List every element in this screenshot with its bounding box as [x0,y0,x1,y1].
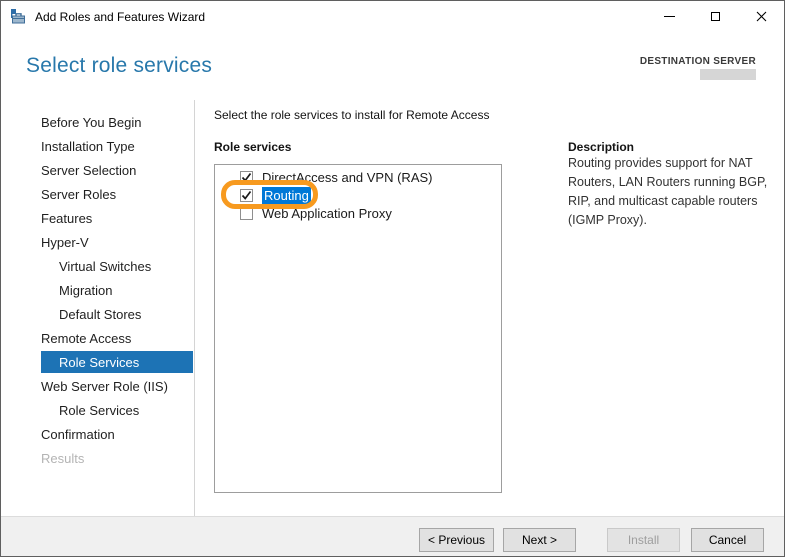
destination-server-block: DESTINATION SERVER [640,56,756,80]
page-title: Select role services [26,54,212,78]
sidebar-item-server-roles[interactable]: Server Roles [41,182,193,206]
role-service-item-routing[interactable]: Routing [215,186,501,204]
minimize-icon [664,16,675,17]
checkbox-checked-icon[interactable] [240,189,253,202]
next-button[interactable]: Next > [503,528,576,552]
wizard-steps-nav: Before You Begin Installation Type Serve… [1,110,194,470]
checkbox-unchecked-icon[interactable] [240,207,253,220]
role-services-listbox[interactable]: DirectAccess and VPN (RAS) Routing Web A… [214,164,502,493]
maximize-button[interactable] [692,1,738,32]
sidebar-item-installation-type[interactable]: Installation Type [41,134,193,158]
role-service-label: Routing [262,187,311,204]
minimize-button[interactable] [646,1,692,32]
checkbox-checked-icon[interactable] [240,171,253,184]
sidebar-item-hyper-v[interactable]: Hyper-V [41,230,193,254]
sidebar-separator [194,100,195,516]
sidebar-item-server-selection[interactable]: Server Selection [41,158,193,182]
sidebar-item-role-services-iis[interactable]: Role Services [41,398,193,422]
description-text: Routing provides support for NAT Routers… [568,154,780,230]
add-roles-features-wizard-window: Add Roles and Features Wizard Select rol… [0,0,785,557]
destination-server-label: DESTINATION SERVER [640,56,756,67]
sidebar-item-role-services-remote-access[interactable]: Role Services [41,351,193,373]
role-service-label: Web Application Proxy [262,206,392,221]
role-services-label: Role services [214,140,291,154]
sidebar-item-results: Results [41,446,193,470]
role-service-label: DirectAccess and VPN (RAS) [262,170,433,185]
maximize-icon [711,12,720,21]
sidebar-item-confirmation[interactable]: Confirmation [41,422,193,446]
sidebar-item-features[interactable]: Features [41,206,193,230]
destination-server-value-redacted [700,69,756,80]
sidebar-item-virtual-switches[interactable]: Virtual Switches [41,254,193,278]
role-service-item-web-application-proxy[interactable]: Web Application Proxy [215,204,501,222]
cancel-button[interactable]: Cancel [691,528,764,552]
title-bar[interactable]: Add Roles and Features Wizard [1,1,784,32]
instruction-text: Select the role services to install for … [214,108,489,122]
role-service-item-directaccess-vpn[interactable]: DirectAccess and VPN (RAS) [215,168,501,186]
sidebar-item-default-stores[interactable]: Default Stores [41,302,193,326]
sidebar-item-web-server-role-iis[interactable]: Web Server Role (IIS) [41,374,193,398]
close-icon [756,11,767,22]
sidebar-item-before-you-begin[interactable]: Before You Begin [41,110,193,134]
wizard-toolbox-icon [10,8,27,25]
description-label: Description [568,140,634,154]
sidebar-item-migration[interactable]: Migration [41,278,193,302]
window-title: Add Roles and Features Wizard [35,10,205,24]
close-button[interactable] [738,1,784,32]
install-button: Install [607,528,680,552]
sidebar-item-remote-access[interactable]: Remote Access [41,326,193,350]
previous-button[interactable]: < Previous [419,528,494,552]
caption-buttons [646,1,784,32]
